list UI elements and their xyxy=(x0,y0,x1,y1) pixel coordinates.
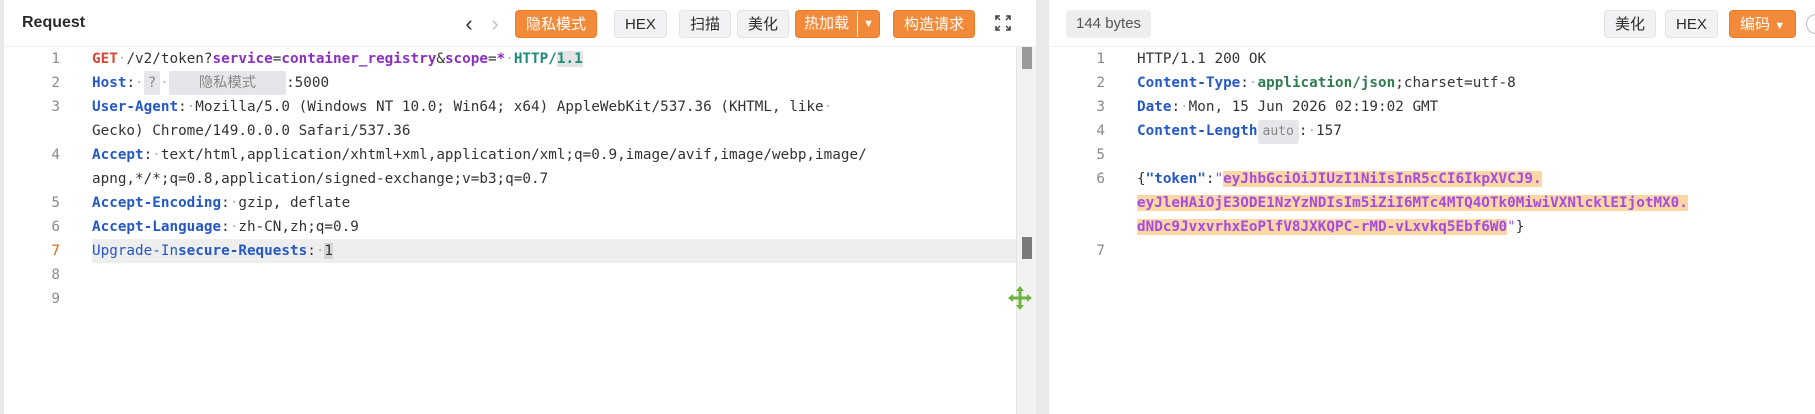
json-body-line: {"token":"eyJhbGciOiJIUzI1NiIsInR5cCI6Ik… xyxy=(1137,171,1542,187)
upgrade-insecure-line: Upgrade-Insecure-Requests:·1 xyxy=(92,243,334,259)
line-number: 2 xyxy=(1096,75,1105,91)
token-highlight: eyJleHAiOjE3ODE1NzYzNDIsIm5iZiI6MTc4MTQ4… xyxy=(1137,195,1688,211)
scan-button[interactable]: 扫描 xyxy=(679,10,732,38)
build-request-button[interactable]: 构造请求 xyxy=(893,10,976,38)
masked-host: 隐私模式 xyxy=(168,71,287,95)
json-body-line-cont: dNDc9JvxvrhxEoPlfV8JXKQPC-rMD-vLxvkq5Ebf… xyxy=(1137,219,1525,235)
request-editor[interactable]: 1 2 3 4 5 6 7 8 9 GET·/v2/token?service=… xyxy=(4,47,1036,414)
fullscreen-icon[interactable] xyxy=(994,14,1012,32)
json-body-line-cont: eyJleHAiOjE3ODE1NzYzNDIsIm5iZiI6MTc4MTQ4… xyxy=(1137,191,1688,215)
hex-button[interactable]: HEX xyxy=(614,10,667,38)
masked-value: ? xyxy=(143,71,161,95)
accept-line: Accept:·text/html,application/xhtml+xml,… xyxy=(92,147,867,163)
content-length-line: Content-Length auto:·157 xyxy=(1137,119,1342,144)
response-pane: 144 bytes 美化 HEX 编码 ▼ 1 2 3 4 5 6 7 HTTP… xyxy=(1049,0,1815,414)
line-number: 6 xyxy=(1096,171,1105,187)
encode-button[interactable]: 编码 ▼ xyxy=(1729,10,1797,38)
date-line: Date:·Mon, 15 Jun 2026 02:19:02 GMT xyxy=(1137,99,1439,115)
response-toolbar: 144 bytes 美化 HEX 编码 ▼ xyxy=(1049,0,1815,47)
token-highlight: eyJhbGciOiJIUzI1NiIsInR5cCI6IkpXVCJ9. xyxy=(1223,171,1542,187)
scrollbar-marker xyxy=(1022,237,1032,259)
line-number: 2 xyxy=(51,75,60,91)
scrollbar-thumb[interactable] xyxy=(1022,47,1032,69)
host-header-line: Host:·? · 隐私模式:5000 xyxy=(92,71,329,95)
request-toolbar: Request ‹ › 隐私模式 HEX 扫描 美化 热加载 ▼ 构造请求 xyxy=(4,0,1036,47)
line-number: 7 xyxy=(1096,243,1105,259)
line-number: 1 xyxy=(1096,51,1105,67)
line-number: 3 xyxy=(51,99,60,115)
line-number: 4 xyxy=(1096,123,1105,139)
response-beautify-button[interactable]: 美化 xyxy=(1604,10,1657,38)
line-number: 6 xyxy=(51,219,60,235)
line-number: 4 xyxy=(51,147,60,163)
privacy-mode-button[interactable]: 隐私模式 xyxy=(515,10,598,38)
content-type-line: Content-Type:·application/json;charset=u… xyxy=(1137,75,1516,91)
response-size-badge: 144 bytes xyxy=(1066,10,1152,38)
resize-move-icon[interactable] xyxy=(1006,284,1034,312)
line-number: 8 xyxy=(51,267,60,283)
accept-line-cont: apng,*/*;q=0.8,application/signed-exchan… xyxy=(92,171,549,187)
user-agent-line: User-Agent:·Mozilla/5.0 (Windows NT 10.0… xyxy=(92,99,833,115)
token-highlight: dNDc9JvxvrhxEoPlfV8JXKQPC-rMD-vLxvkq5Ebf… xyxy=(1137,219,1508,235)
hot-load-split-button: 热加载 ▼ xyxy=(795,10,881,38)
request-line: GET·/v2/token?service=container_registry… xyxy=(92,51,583,67)
line-number: 5 xyxy=(1096,147,1105,163)
user-agent-line-cont: Gecko) Chrome/149.0.0.0 Safari/537.36 xyxy=(92,123,411,139)
line-number: 9 xyxy=(51,291,60,307)
beautify-button[interactable]: 美化 xyxy=(737,10,790,38)
app-root: Request ‹ › 隐私模式 HEX 扫描 美化 热加载 ▼ 构造请求 1 … xyxy=(0,0,1815,414)
response-editor[interactable]: 1 2 3 4 5 6 7 HTTP/1.1 200 OK Content-Ty… xyxy=(1049,47,1815,414)
response-hex-button[interactable]: HEX xyxy=(1665,10,1718,38)
forward-arrow-icon[interactable]: › xyxy=(485,10,505,38)
chevron-down-icon[interactable]: ▼ xyxy=(857,11,879,37)
accept-language-line: Accept-Language:·zh-CN,zh;q=0.9 xyxy=(92,219,359,235)
back-arrow-icon[interactable]: ‹ xyxy=(459,10,479,38)
line-number: 7 xyxy=(51,243,60,259)
hot-load-button[interactable]: 热加载 xyxy=(796,11,857,37)
line-number: 3 xyxy=(1096,99,1105,115)
request-pane: Request ‹ › 隐私模式 HEX 扫描 美化 热加载 ▼ 构造请求 1 … xyxy=(4,0,1036,414)
line-number: 1 xyxy=(51,51,60,67)
auto-tag: auto xyxy=(1257,120,1299,144)
request-scrollbar[interactable] xyxy=(1016,47,1036,414)
chevron-down-icon: ▼ xyxy=(1774,20,1786,32)
accept-encoding-line: Accept-Encoding:·gzip, deflate xyxy=(92,195,351,211)
status-line: HTTP/1.1 200 OK xyxy=(1137,51,1267,67)
line-number: 5 xyxy=(51,195,60,211)
request-title: Request xyxy=(22,14,86,31)
